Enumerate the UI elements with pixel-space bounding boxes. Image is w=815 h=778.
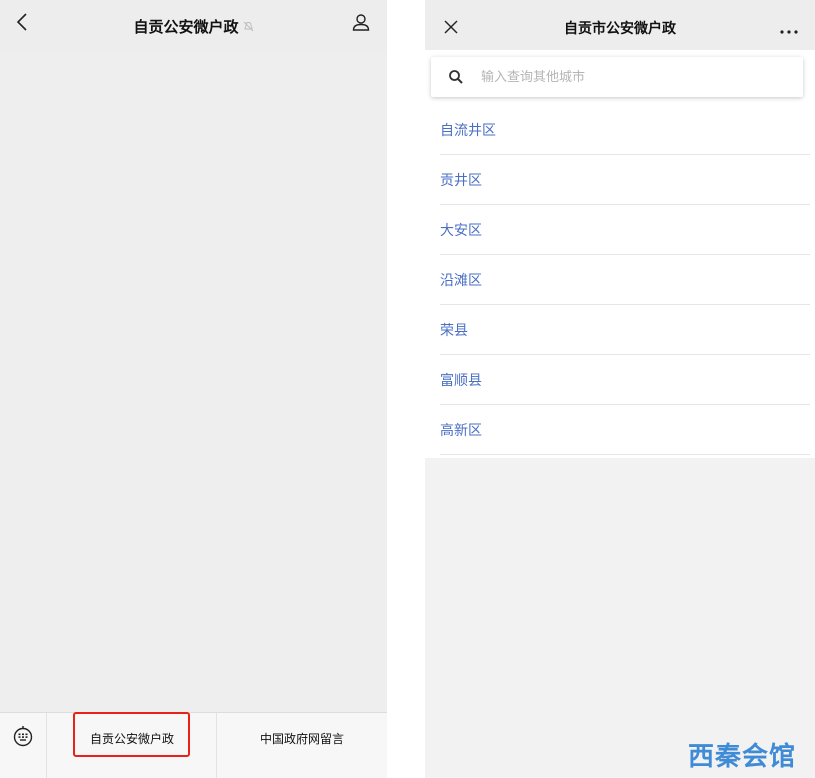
left-header: 自贡公安微户政: [0, 0, 387, 52]
bell-off-icon: [243, 21, 254, 32]
district-item[interactable]: 荣县: [440, 305, 810, 355]
keyboard-icon: [12, 725, 34, 751]
page-title: 自贡公安微户政: [133, 17, 239, 36]
watermark-logo: 西秦会馆: [688, 742, 797, 772]
menu-item-weihuzheng[interactable]: 自贡公安微户政: [47, 713, 217, 763]
search-icon: [448, 69, 464, 85]
person-icon: [351, 12, 371, 36]
district-item[interactable]: 富顺县: [440, 355, 810, 405]
profile-button[interactable]: [347, 10, 375, 38]
menu-item-label: 自贡公安微户政: [89, 731, 174, 746]
right-city-select-screen: 自贡市公安微户政 自流井区贡井区大安区沿滩区荣县富顺县高新区: [425, 0, 815, 778]
menu-item-gov-message[interactable]: 中国政府网留言: [217, 713, 387, 763]
district-item[interactable]: 沿滩区: [440, 255, 810, 305]
district-item[interactable]: 大安区: [440, 205, 810, 255]
search-input[interactable]: [481, 65, 781, 89]
left-chat-screen: 自贡公安微户政 自贡公安微户政 中国政府网留言: [0, 0, 387, 778]
district-item[interactable]: 贡井区: [440, 155, 810, 205]
search-box: [431, 57, 803, 97]
district-list: 自流井区 贡井区 大安区 沿滩区 荣县 富顺县 高新区: [440, 105, 810, 455]
keyboard-toggle-button[interactable]: [8, 723, 38, 753]
chevron-left-icon: [15, 12, 29, 36]
district-item[interactable]: 自流井区: [440, 105, 810, 155]
content-area: 自流井区贡井区大安区沿滩区荣县富顺县高新区: [425, 50, 815, 458]
bottom-menu-bar: 自贡公安微户政 中国政府网留言: [0, 712, 387, 778]
menu-item-label: 中国政府网留言: [259, 731, 344, 746]
back-button[interactable]: [6, 8, 38, 40]
more-icon: [780, 19, 798, 38]
district-item[interactable]: 高新区: [440, 405, 810, 455]
page-title: 自贡市公安微户政: [564, 21, 676, 37]
more-button[interactable]: [775, 16, 803, 40]
right-header: 自贡市公安微户政: [425, 0, 815, 56]
